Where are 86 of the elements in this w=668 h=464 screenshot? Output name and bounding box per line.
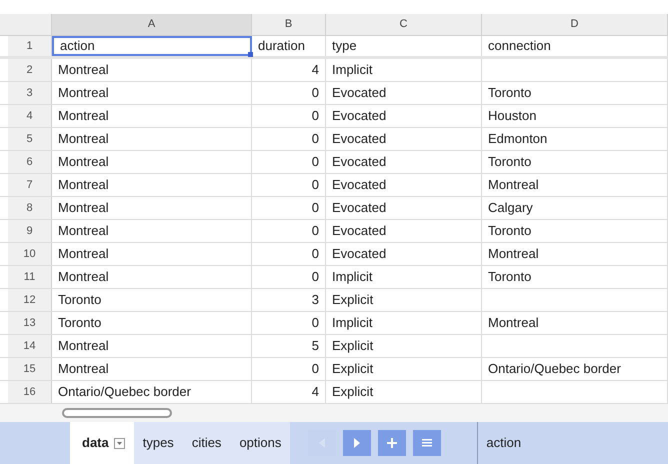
row-number[interactable]: 2 [26,62,33,78]
list-button[interactable] [413,430,442,456]
table-cell[interactable]: Houston [482,105,668,127]
table-cell[interactable]: 0 [252,105,326,127]
table-cell[interactable]: 0 [252,82,326,104]
table-cell[interactable]: Montreal [52,335,252,357]
table-cell[interactable]: 0 [252,358,326,380]
table-cell[interactable]: Explicit [326,358,482,380]
next-button[interactable] [343,430,372,456]
sheet-tab[interactable]: types [134,422,183,464]
table-cell[interactable]: Explicit [326,381,482,403]
row-number[interactable]: 4 [26,108,33,124]
table-cell[interactable]: 0 [252,266,326,288]
table-cell[interactable]: Implicit [326,312,482,334]
table-cell[interactable]: 0 [252,151,326,173]
table-cell[interactable]: Evocated [326,105,482,127]
table-cell[interactable]: Evocated [326,197,482,219]
table-cell[interactable]: Montreal [52,358,252,380]
table-cell[interactable]: Toronto [52,312,252,334]
table-cell[interactable]: Toronto [482,151,668,173]
row-number[interactable]: 5 [26,130,33,148]
table-cell[interactable]: 0 [252,220,326,242]
table-cell[interactable]: 0 [252,128,326,150]
table-cell[interactable]: duration [252,36,326,56]
table-cell[interactable]: Edmonton [482,128,668,150]
table-cell[interactable]: 0 [252,197,326,219]
table-cell[interactable]: Montreal [52,174,252,196]
table-cell[interactable]: Montreal [52,59,252,81]
table-cell[interactable]: 0 [252,174,326,196]
table-cell[interactable]: Montreal [52,197,252,219]
table-cell[interactable]: Montreal [52,82,252,104]
list-icon [422,438,432,448]
table-cell[interactable]: Montreal [52,266,252,288]
table-cell[interactable]: Toronto [482,220,668,242]
cell-value: action [486,434,522,452]
row-number[interactable]: 3 [26,84,33,102]
scrollbar-thumb[interactable] [62,408,172,418]
table-cell[interactable]: Toronto [482,82,668,104]
table-cell[interactable]: Calgary [482,197,668,219]
table-cell[interactable]: Montreal [52,220,252,242]
column-header[interactable]: C [400,16,408,33]
table-cell[interactable]: Explicit [326,335,482,357]
row-number[interactable]: 6 [26,154,33,170]
table-cell[interactable]: 4 [252,381,326,403]
table-cell[interactable]: Montreal [52,243,252,265]
table-cell[interactable]: 4 [252,59,326,81]
add-button[interactable] [378,430,406,456]
sheet-tab[interactable]: options [230,422,290,464]
table-cell[interactable]: Evocated [326,243,482,265]
table-cell[interactable]: Toronto [482,266,668,288]
table-cell[interactable]: Evocated [326,174,482,196]
right-arrow-icon [354,438,360,448]
table-cell[interactable]: Evocated [326,151,482,173]
table-cell[interactable]: Montreal [482,174,668,196]
dropdown-icon[interactable] [114,438,125,448]
table-cell[interactable]: Implicit [326,266,482,288]
table-cell[interactable]: 3 [252,289,326,311]
table-cell[interactable]: Evocated [326,220,482,242]
column-header[interactable]: A [148,16,156,33]
table-cell[interactable]: Evocated [326,82,482,104]
table-cell[interactable]: Evocated [326,128,482,150]
table-cell[interactable]: Montreal [52,105,252,127]
table-cell[interactable]: connection [482,36,668,56]
table-cell[interactable]: Ontario/Quebec border [52,381,252,403]
column-header[interactable]: B [284,16,292,33]
table-cell[interactable]: 0 [252,243,326,265]
table-cell[interactable]: Montreal [52,128,252,150]
sheet-tab[interactable]: cities [182,422,230,464]
row-number[interactable]: 1 [26,38,33,54]
table-cell[interactable]: type [326,36,482,56]
plus-icon [387,438,398,448]
row-number[interactable]: 9 [26,222,33,240]
table-cell[interactable]: Implicit [326,59,482,81]
sheet-tab[interactable]: data [70,422,134,464]
table-cell[interactable]: Explicit [326,289,482,311]
table-cell[interactable]: Montreal [52,151,252,173]
row-number[interactable]: 7 [26,176,33,194]
table-cell[interactable]: Montreal [482,312,668,334]
table-cell[interactable]: 5 [252,335,326,357]
table-cell[interactable]: action [52,36,252,56]
table-cell[interactable]: Toronto [52,289,252,311]
column-header[interactable]: D [570,16,578,33]
table-cell[interactable]: Montreal [482,243,668,265]
row-number[interactable]: 8 [26,200,33,216]
table-cell[interactable]: 0 [252,312,326,334]
table-cell[interactable]: Ontario/Quebec border [482,358,668,380]
